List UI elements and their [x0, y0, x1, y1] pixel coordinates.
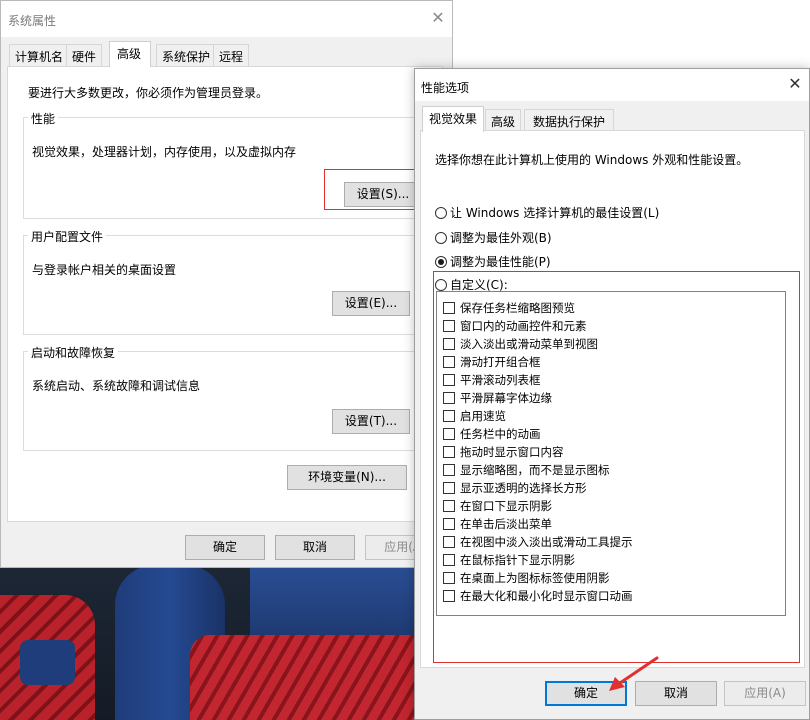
list-item[interactable]: 滑动打开组合框 — [443, 354, 541, 370]
tab-system-protection[interactable]: 系统保护 — [156, 44, 217, 66]
apply-button[interactable]: 应用(A) — [724, 681, 806, 706]
user-profiles-group-desc: 与登录帐户相关的桌面设置 — [32, 263, 177, 277]
list-item[interactable]: 保存任务栏缩略图预览 — [443, 300, 575, 316]
checkbox[interactable] — [443, 482, 455, 494]
advanced-tab-panel: 要进行大多数更改，你必须作为管理员登录。 性能 视觉效果，处理器计划，内存使用，… — [7, 66, 443, 522]
wallpaper-figure-left — [0, 595, 95, 720]
ok-button[interactable]: 确定 — [545, 681, 627, 706]
tab-computer-name[interactable]: 计算机名 — [9, 44, 70, 66]
list-item[interactable]: 拖动时显示窗口内容 — [443, 444, 564, 460]
startup-recovery-group-desc: 系统启动、系统故障和调试信息 — [32, 379, 201, 393]
checkbox[interactable] — [443, 320, 455, 332]
tab-advanced[interactable]: 高级 — [109, 41, 152, 67]
cancel-button[interactable]: 取消 — [635, 681, 717, 706]
tab-hardware[interactable]: 硬件 — [66, 44, 103, 66]
checkbox[interactable] — [443, 446, 455, 458]
list-item[interactable]: 窗口内的动画控件和元素 — [443, 318, 587, 334]
list-item[interactable]: 在鼠标指针下显示阴影 — [443, 552, 575, 568]
wallpaper-figure-torso — [250, 565, 415, 635]
close-icon[interactable]: ✕ — [787, 74, 803, 94]
radio-button-selected[interactable] — [435, 255, 447, 268]
performance-group-desc: 视觉效果，处理器计划，内存使用，以及虚拟内存 — [32, 145, 297, 159]
checkbox[interactable] — [443, 590, 455, 602]
list-item[interactable]: 淡入淡出或滑动菜单到视图 — [443, 336, 598, 352]
radio-let-windows-choose[interactable]: 让 Windows 选择计算机的最佳设置(L) — [435, 204, 659, 221]
checkbox[interactable] — [443, 302, 455, 314]
wallpaper-figure-belt — [190, 635, 415, 720]
performance-group-title: 性能 — [28, 110, 59, 127]
list-item[interactable]: 显示亚透明的选择长方形 — [443, 480, 587, 496]
admin-note: 要进行大多数更改，你必须作为管理员登录。 — [28, 86, 269, 100]
user-profiles-group-title: 用户配置文件 — [28, 228, 107, 245]
list-item[interactable]: 在单击后淡出菜单 — [443, 516, 552, 532]
tab-data-execution-prevention[interactable]: 数据执行保护 — [524, 109, 615, 131]
checkbox[interactable] — [443, 536, 455, 548]
desktop-wallpaper — [0, 565, 415, 720]
tab-visual-effects[interactable]: 视觉效果 — [422, 106, 485, 132]
list-item[interactable]: 在视图中淡入淡出或滑动工具提示 — [443, 534, 633, 550]
checkbox[interactable] — [443, 338, 455, 350]
list-item[interactable]: 平滑滚动列表框 — [443, 372, 541, 388]
ok-button[interactable]: 确定 — [185, 535, 265, 560]
list-item[interactable]: 显示缩略图，而不是显示图标 — [443, 462, 610, 478]
radio-label: 调整为最佳外观(B) — [450, 231, 552, 245]
radio-button[interactable] — [435, 206, 447, 219]
checkbox[interactable] — [443, 428, 455, 440]
list-item[interactable]: 在最大化和最小化时显示窗口动画 — [443, 588, 633, 604]
visual-effects-intro: 选择你想在此计算机上使用的 Windows 外观和性能设置。 — [435, 153, 749, 167]
system-properties-titlebar[interactable]: 系统属性 ✕ — [1, 1, 452, 37]
checkbox[interactable] — [443, 554, 455, 566]
user-profiles-settings-button[interactable]: 设置(E)... — [332, 291, 410, 316]
radio-best-performance[interactable]: 调整为最佳性能(P) — [435, 253, 551, 270]
close-icon[interactable]: ✕ — [430, 8, 446, 28]
tab-remote[interactable]: 远程 — [213, 44, 250, 66]
radio-best-appearance[interactable]: 调整为最佳外观(B) — [435, 229, 552, 246]
checkbox[interactable] — [443, 356, 455, 368]
performance-options-titlebar[interactable]: 性能选项 ✕ — [415, 69, 809, 101]
visual-effects-list[interactable]: 保存任务栏缩略图预览 窗口内的动画控件和元素 淡入淡出或滑动菜单到视图 滑动打开… — [436, 291, 786, 616]
list-item[interactable]: 在窗口下显示阴影 — [443, 498, 552, 514]
checkbox[interactable] — [443, 410, 455, 422]
list-item[interactable]: 任务栏中的动画 — [443, 426, 541, 442]
radio-label: 调整为最佳性能(P) — [450, 255, 551, 269]
radio-label: 让 Windows 选择计算机的最佳设置(L) — [450, 206, 660, 220]
checkbox[interactable] — [443, 572, 455, 584]
system-properties-window: 系统属性 ✕ 计算机名 硬件 高级 系统保护 远程 要进行大多数更改，你必须作为… — [0, 0, 453, 568]
performance-settings-highlight — [324, 169, 415, 210]
checkbox[interactable] — [443, 392, 455, 404]
startup-recovery-group: 启动和故障恢复 系统启动、系统故障和调试信息 设置(T)... — [23, 344, 433, 451]
checkbox[interactable] — [443, 374, 455, 386]
window-title: 系统属性 — [8, 14, 57, 28]
user-profiles-group: 用户配置文件 与登录帐户相关的桌面设置 设置(E)... — [23, 228, 433, 335]
checkbox[interactable] — [443, 518, 455, 530]
performance-options-dialog: 性能选项 ✕ 视觉效果 高级 数据执行保护 选择你想在此计算机上使用的 Wind… — [414, 68, 810, 720]
checkbox[interactable] — [443, 500, 455, 512]
list-item[interactable]: 平滑屏幕字体边缘 — [443, 390, 552, 406]
tab-advanced[interactable]: 高级 — [485, 109, 522, 131]
radio-button[interactable] — [435, 278, 447, 291]
cancel-button[interactable]: 取消 — [275, 535, 355, 560]
startup-recovery-settings-button[interactable]: 设置(T)... — [332, 409, 410, 434]
environment-variables-button[interactable]: 环境变量(N)... — [287, 465, 407, 490]
list-item[interactable]: 启用速览 — [443, 408, 506, 424]
radio-button[interactable] — [435, 231, 447, 244]
startup-recovery-group-title: 启动和故障恢复 — [28, 344, 119, 361]
checkbox[interactable] — [443, 464, 455, 476]
dialog-title: 性能选项 — [421, 81, 470, 95]
list-item[interactable]: 在桌面上为图标标签使用阴影 — [443, 570, 610, 586]
visual-effects-panel: 选择你想在此计算机上使用的 Windows 外观和性能设置。 让 Windows… — [420, 130, 805, 668]
